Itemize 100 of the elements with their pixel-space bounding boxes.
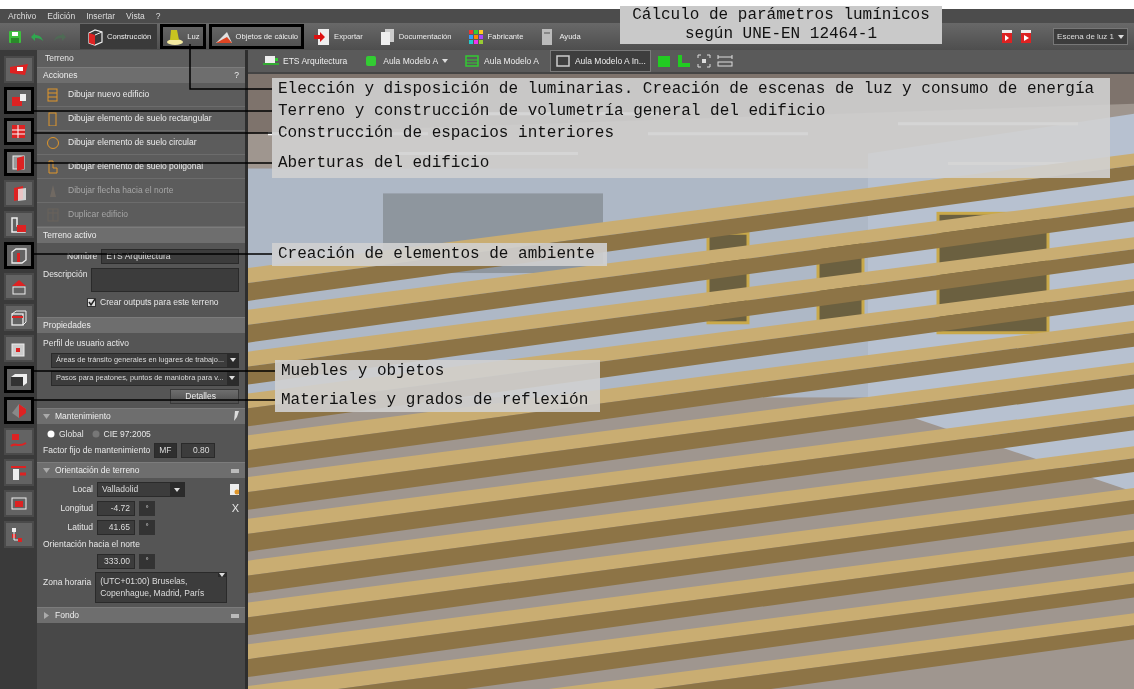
radio-label: Global bbox=[59, 427, 84, 441]
menu-item[interactable]: Vista bbox=[126, 9, 145, 23]
section-header[interactable]: Orientación de terreno bbox=[37, 462, 245, 479]
close-button[interactable]: X bbox=[231, 500, 239, 517]
floor-shape-icon[interactable] bbox=[676, 54, 691, 68]
tool-button[interactable] bbox=[3, 242, 34, 269]
menu-item[interactable]: Archivo bbox=[8, 9, 37, 23]
callout-text: Materiales y grados de reflexión bbox=[281, 390, 589, 410]
caret-icon bbox=[1118, 34, 1124, 39]
scene-select[interactable]: Escena de luz 1 bbox=[1053, 28, 1128, 45]
unit-button[interactable]: ° bbox=[139, 519, 155, 535]
view-tab[interactable]: ETS Arquitectura bbox=[258, 50, 353, 72]
field-label: Longitud bbox=[59, 502, 93, 515]
pin-icon bbox=[231, 613, 239, 618]
pin-icon bbox=[233, 411, 239, 421]
field-label: Nombre bbox=[67, 250, 98, 263]
action-item[interactable]: Dibujar elemento de suelo poligonal bbox=[37, 155, 245, 179]
unit-label: MF bbox=[154, 443, 177, 459]
checkbox-label: Crear outputs para este terreno bbox=[100, 296, 219, 309]
location-select[interactable]: Valladolid bbox=[97, 482, 185, 498]
field-label: Perfil de usuario activo bbox=[43, 336, 130, 350]
callout-text: Creación de elementos de ambiente bbox=[278, 244, 595, 264]
action-icon bbox=[47, 111, 59, 126]
callout-text: Construcción de espacios interiores bbox=[278, 123, 615, 143]
floppy-icon bbox=[9, 30, 21, 43]
section-title: Propiedades bbox=[43, 318, 92, 332]
tool-button[interactable] bbox=[3, 397, 34, 424]
action-icon bbox=[47, 135, 59, 150]
number-field[interactable]: 333.00 bbox=[97, 553, 135, 569]
field-label: Zona horaria bbox=[43, 575, 92, 589]
save-button[interactable] bbox=[6, 30, 24, 43]
lamp-icon bbox=[166, 27, 185, 46]
menu-item[interactable]: Insertar bbox=[86, 9, 116, 23]
description-field[interactable] bbox=[91, 268, 239, 292]
document-icon bbox=[1021, 30, 1032, 43]
tool-button[interactable] bbox=[3, 87, 34, 114]
caret-icon bbox=[219, 572, 226, 577]
section-header[interactable]: Fondo bbox=[37, 607, 245, 623]
note-line: Cálculo de parámetros lumínicos bbox=[631, 6, 931, 25]
field-label: Local bbox=[71, 483, 93, 497]
section-title: Acciones bbox=[43, 69, 79, 82]
field-label: Descripción bbox=[43, 268, 88, 281]
measure-icon[interactable] bbox=[716, 54, 733, 68]
callout-text: Terreno y construcción de volumetría general del edificio bbox=[278, 101, 826, 121]
action-item[interactable]: Dibujar nuevo edificio bbox=[37, 83, 245, 107]
undo-arrow-icon bbox=[30, 31, 44, 42]
tool-button[interactable] bbox=[3, 118, 34, 145]
unit-button[interactable]: ° bbox=[139, 501, 155, 516]
section-title: Mantenimiento bbox=[55, 409, 112, 423]
tool-button[interactable] bbox=[3, 335, 34, 362]
menu-item[interactable]: Edición bbox=[47, 9, 76, 23]
tool-button[interactable] bbox=[3, 304, 34, 331]
callout-text: Elección y disposición de luminarias. Creación de escenas de luz y consumo de energía bbox=[278, 79, 1095, 99]
tool-icon bbox=[8, 245, 29, 266]
pin-icon bbox=[231, 468, 239, 473]
timezone-select[interactable]: (UTC+01:00) Bruselas, Copenhague, Madrid, París bbox=[95, 571, 228, 603]
cube-icon bbox=[86, 27, 104, 46]
unit-button[interactable]: ° bbox=[139, 553, 155, 569]
zoom-extents-icon[interactable] bbox=[696, 54, 711, 68]
field-label: Factor fijo de mantenimiento bbox=[43, 444, 151, 458]
tool-button[interactable] bbox=[3, 56, 34, 83]
view-tab[interactable]: Aula Modelo A In... bbox=[549, 50, 651, 72]
color-grid-icon bbox=[466, 27, 485, 46]
field-label: Orientación hacia el norte bbox=[43, 537, 141, 551]
action-item[interactable]: Dibujar elemento de suelo circular bbox=[37, 131, 245, 155]
export-icon bbox=[313, 27, 332, 46]
action-item[interactable]: Dibujar elemento de suelo rectangular bbox=[37, 107, 245, 131]
document-icon[interactable] bbox=[230, 484, 239, 496]
caret-icon bbox=[229, 358, 236, 362]
cube-icon[interactable] bbox=[656, 54, 671, 68]
menu-item[interactable]: ? bbox=[155, 9, 161, 23]
note-line: según UNE-EN 12464-1 bbox=[684, 25, 878, 44]
radio-button[interactable] bbox=[91, 429, 100, 438]
tool-button[interactable] bbox=[3, 149, 34, 176]
panel-title: Terreno bbox=[37, 50, 245, 67]
document-icon bbox=[1002, 30, 1013, 43]
radio-button[interactable] bbox=[47, 429, 55, 438]
number-field[interactable]: -4.72 bbox=[97, 501, 135, 516]
tool-button[interactable] bbox=[3, 459, 34, 486]
section-title: Fondo bbox=[55, 609, 81, 622]
caret-icon bbox=[229, 376, 236, 380]
tool-icon bbox=[8, 307, 29, 328]
section-title: Orientación de terreno bbox=[55, 464, 141, 478]
view-icon bbox=[554, 53, 571, 69]
caret-icon bbox=[174, 487, 180, 492]
tool-icon bbox=[8, 214, 29, 235]
checkbox[interactable] bbox=[87, 297, 96, 307]
view-tab[interactable]: Aula Modelo A bbox=[358, 50, 454, 72]
help-button[interactable]: ? bbox=[234, 69, 239, 82]
factor-field[interactable]: 0.80 bbox=[180, 443, 215, 459]
view-tab[interactable]: Aula Modelo A bbox=[459, 50, 544, 72]
action-icon bbox=[47, 87, 59, 102]
tool-button[interactable] bbox=[3, 211, 34, 238]
scene-name: Escena de luz 1 bbox=[1057, 30, 1114, 43]
view-icon bbox=[464, 53, 481, 69]
number-field[interactable]: 41.65 bbox=[97, 519, 135, 535]
section-title: Terreno activo bbox=[43, 229, 98, 242]
callout-text: Aberturas del edificio bbox=[278, 153, 490, 173]
tool-button[interactable] bbox=[3, 180, 34, 207]
tool-button[interactable] bbox=[3, 366, 34, 393]
